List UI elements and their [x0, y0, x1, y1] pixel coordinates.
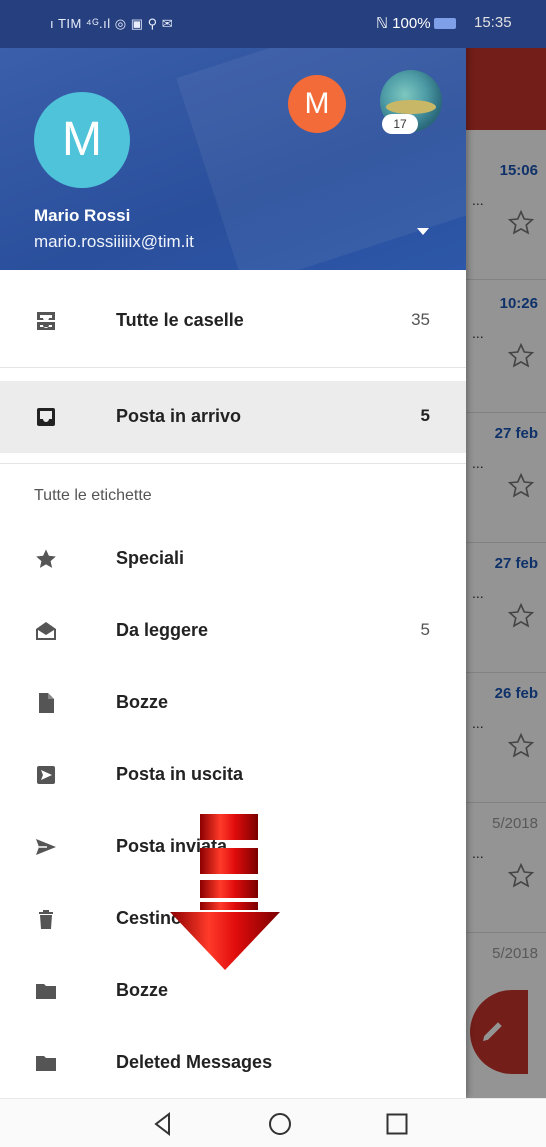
chevron-down-icon[interactable] — [416, 226, 430, 236]
drawer-item-count: 35 — [411, 310, 430, 329]
all-inboxes-icon — [37, 312, 55, 330]
avatar[interactable]: M — [34, 92, 130, 188]
account-name: Mario Rossi — [34, 206, 131, 225]
folder-icon — [36, 984, 56, 999]
drawer-item-label: Bozze — [116, 692, 169, 712]
divider — [0, 463, 466, 464]
drawer-item-label: Speciali — [116, 548, 185, 568]
drawer-item-starred[interactable]: Speciali — [0, 523, 466, 595]
inbox-icon — [37, 408, 55, 426]
trash-icon — [39, 910, 53, 929]
status-time: 15:35 — [474, 14, 512, 31]
drawer-item-label: Bozze — [116, 980, 169, 1000]
secondary-account-avatar[interactable]: M — [288, 75, 346, 133]
drawer-item-unread[interactable]: Da leggere 5 — [0, 595, 466, 667]
drawer-item-outbox[interactable]: Posta in uscita — [0, 739, 466, 811]
notification-badge: 17 — [382, 114, 418, 134]
back-icon[interactable] — [150, 1111, 176, 1137]
star-icon — [36, 549, 56, 568]
account-header: M M 17 Mario Rossi mario.rossiiiiix@tim.… — [0, 48, 466, 270]
open-envelope-icon — [36, 622, 56, 640]
outbox-icon — [37, 766, 55, 784]
drawer-item-count: 5 — [420, 620, 430, 639]
drawer-item-label: Posta in uscita — [116, 764, 244, 784]
drawer-item-inbox[interactable]: Posta in arrivo 5 — [0, 381, 466, 453]
folder-icon — [36, 1056, 56, 1071]
status-icons: ı TIM ⁴ᴳ.ıl ◎ ▣ ⚲ ✉ — [50, 16, 174, 31]
system-navigation-bar — [0, 1098, 546, 1147]
divider — [0, 367, 466, 368]
home-icon[interactable] — [267, 1111, 293, 1137]
status-bar: ı TIM ⁴ᴳ.ıl ◎ ▣ ⚲ ✉ ℕ 100% 15:35 — [0, 0, 546, 48]
drawer-item-label: Da leggere — [116, 620, 209, 640]
status-battery-text: ℕ 100% — [376, 14, 459, 32]
drawer-item-deleted-messages[interactable]: Deleted Messages — [0, 1027, 466, 1099]
section-header: Tutte le etichette — [34, 487, 152, 504]
drawer-item-label: Deleted Messages — [116, 1052, 273, 1072]
recents-icon[interactable] — [384, 1111, 410, 1137]
drawer-item-label: Tutte le caselle — [116, 310, 244, 330]
battery-icon — [433, 18, 456, 29]
account-email: mario.rossiiiiix@tim.it — [34, 232, 194, 251]
drawer-item-drafts[interactable]: Bozze — [0, 667, 466, 739]
send-icon — [36, 839, 56, 855]
drawer-scrim[interactable] — [466, 0, 546, 1098]
draft-icon — [39, 693, 54, 713]
arrow-down-icon — [170, 814, 280, 970]
drawer-item-label: Posta in arrivo — [116, 406, 242, 426]
battery-percent: ℕ 100% — [376, 15, 431, 32]
drawer-item-all-inboxes[interactable]: Tutte le caselle 35 — [0, 285, 466, 357]
drawer-item-count: 5 — [420, 406, 430, 425]
